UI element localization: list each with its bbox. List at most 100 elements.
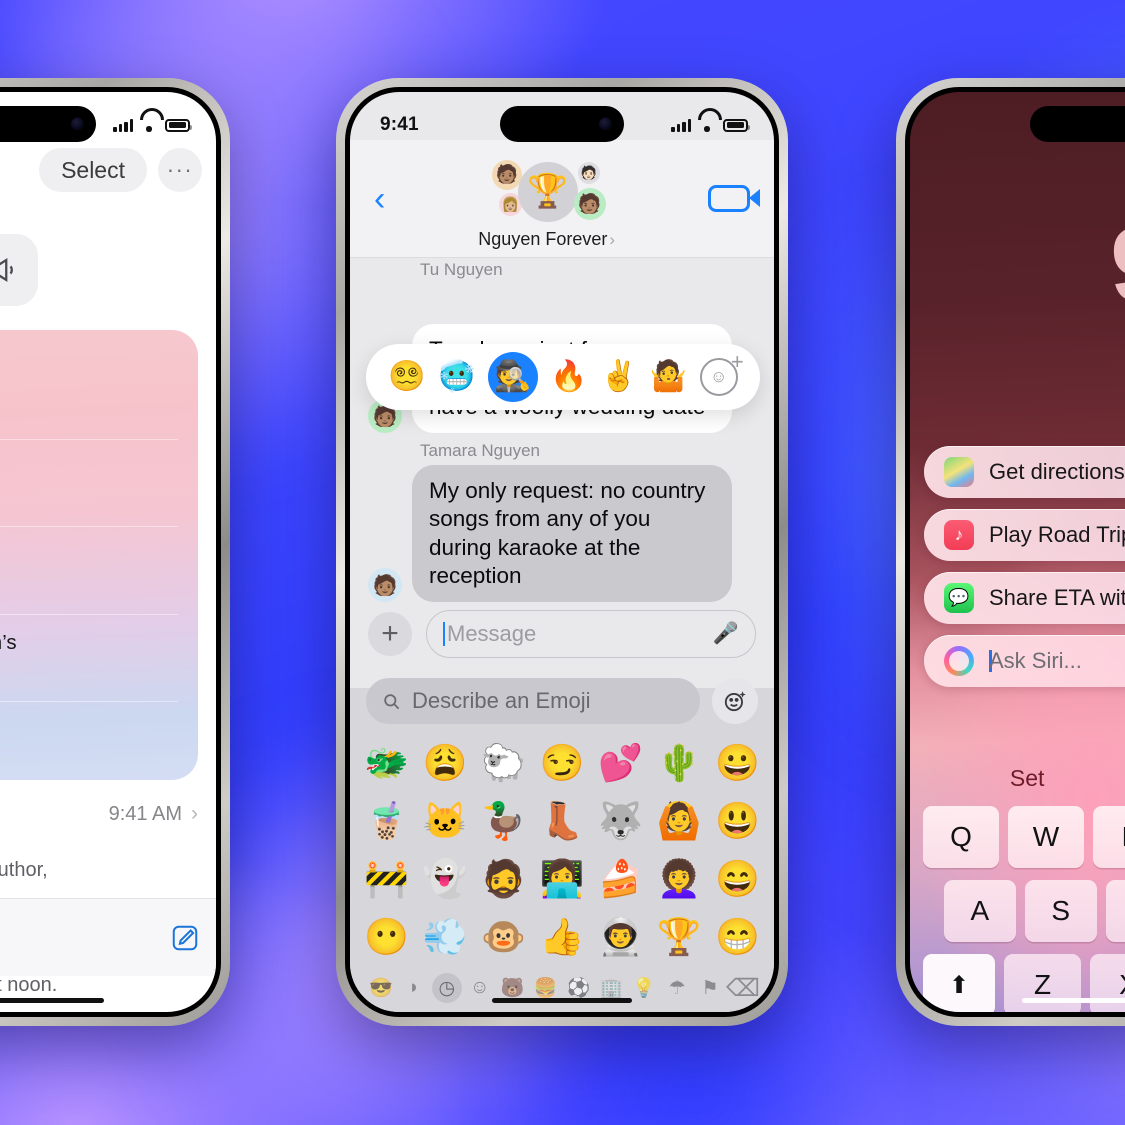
- shift-arrow-icon[interactable]: ⬆: [923, 954, 995, 1012]
- genmoji-sparkle-icon[interactable]: [712, 678, 758, 724]
- conversation-title-group[interactable]: 🧑🏽 👩🏼 🏆 🧑🏻 🧑🏽 Nguyen Forever ›: [478, 159, 615, 250]
- message-row: 🧑🏽 My only request: no country songs fro…: [350, 465, 774, 603]
- siri-suggestion-eta[interactable]: 💬 Share ETA with Cha: [924, 572, 1125, 624]
- compose-icon[interactable]: [170, 923, 200, 953]
- key-z[interactable]: Z: [1004, 954, 1081, 1012]
- keyboard-row-1: Q W E R T: [918, 806, 1125, 868]
- emoji-cell[interactable]: 👻: [423, 861, 468, 897]
- emoji-search-row: Describe an Emoji: [350, 664, 774, 732]
- emoji-cell[interactable]: 🐑: [481, 745, 526, 781]
- status-indicators: [671, 118, 750, 132]
- lockscreen-keyboard: Q W E R T A S D F G ⬆ Z X C: [918, 806, 1125, 1012]
- group-name[interactable]: Nguyen Forever ›: [478, 229, 615, 250]
- avatar: 🧑🏽: [491, 159, 522, 190]
- keyboard-row-2: A S D F G: [918, 880, 1125, 942]
- stickers-category[interactable]: ◗: [399, 973, 429, 1003]
- mail-summary-card[interactable]: ted to izakaya softence tonight. k-in fo…: [0, 330, 198, 780]
- mail-item-header: 9:41 AM ›: [0, 802, 198, 826]
- cold-face-tapback[interactable]: 🥶: [438, 362, 475, 392]
- flags-category[interactable]: ⚑: [695, 973, 725, 1003]
- dizzy-face-tapback[interactable]: 😵‍💫: [388, 362, 425, 392]
- emoji-cell[interactable]: 👨‍🚀: [598, 919, 643, 955]
- ask-siri-input[interactable]: Ask Siri...: [924, 635, 1125, 687]
- avatar: 🧑🏽: [368, 568, 402, 603]
- predictive-set[interactable]: Set: [924, 765, 1125, 792]
- emoji-cell[interactable]: 🏆: [657, 919, 702, 955]
- emoji-cell[interactable]: 💕: [598, 745, 643, 781]
- video-camera-icon[interactable]: [708, 185, 760, 212]
- recents-category[interactable]: ◷: [431, 973, 462, 1003]
- dynamic-island: [500, 106, 624, 142]
- message-input[interactable]: Message 🎤: [426, 610, 756, 658]
- emoji-cell[interactable]: 👍: [540, 919, 585, 955]
- chevron-right-icon: ›: [609, 229, 616, 249]
- smileys-category[interactable]: ☺: [465, 973, 495, 1003]
- emoji-cell[interactable]: 😁: [715, 919, 760, 955]
- emoji-cell[interactable]: 😏: [540, 745, 585, 781]
- emoji-cell[interactable]: 🐱: [423, 803, 468, 839]
- home-indicator[interactable]: [1022, 998, 1125, 1003]
- message-bubble[interactable]: My only request: no country songs from a…: [412, 465, 732, 603]
- emoji-cell[interactable]: 👩‍🦱: [657, 861, 702, 897]
- emoji-cell[interactable]: 😶: [364, 919, 409, 955]
- emoji-cell[interactable]: 🌵: [657, 745, 702, 781]
- genmoji-category[interactable]: 😎: [366, 973, 396, 1003]
- emoji-cell[interactable]: 👩‍💻: [540, 861, 585, 897]
- emoji-cell[interactable]: 😄: [715, 861, 760, 897]
- siri-suggestion-music[interactable]: ♪ Play Road Trip Class: [924, 509, 1125, 561]
- emoji-cell[interactable]: 🧋: [364, 803, 409, 839]
- list-item[interactable]: 9:41 AM › ing y by Ghanaian author,: [0, 792, 216, 899]
- emoji-grid-row: 🚧 👻 🧔 👩‍💻 🍰 👩‍🦱 😄: [364, 850, 760, 908]
- back-button[interactable]: ‹: [374, 182, 385, 216]
- emoji-cell[interactable]: 🦆: [481, 803, 526, 839]
- messages-screen: 9:41 ‹ 🧑🏽 👩🏼 🏆 🧑🏻 🧑🏽 Nguyen Forever › Tu…: [350, 92, 774, 1012]
- tapback-picker: 😵‍💫 🥶 🕵️ 🔥 ✌️ 🤷 ☺: [366, 344, 760, 410]
- emoji-cell[interactable]: 😩: [423, 745, 468, 781]
- emoji-cell[interactable]: 👢: [540, 803, 585, 839]
- fire-tapback[interactable]: 🔥: [550, 362, 587, 392]
- emoji-cell[interactable]: 🙆: [657, 803, 702, 839]
- phone-glass: 9:41 ‹ 🧑🏽 👩🏼 🏆 🧑🏻 🧑🏽 Nguyen Forever › Tu…: [345, 87, 779, 1017]
- plus-icon[interactable]: +: [368, 612, 412, 656]
- sender-label: Tu Nguyen: [420, 260, 503, 279]
- key-x[interactable]: X: [1090, 954, 1125, 1012]
- emoji-cell[interactable]: 🐲: [364, 745, 409, 781]
- promotions-category-button[interactable]: [0, 234, 38, 306]
- siri-suggestion-label: Get directions Home: [989, 459, 1125, 484]
- emoji-cell[interactable]: 🧔: [481, 861, 526, 897]
- symbols-category[interactable]: ☂: [662, 973, 692, 1003]
- emoji-cell[interactable]: 🍰: [598, 861, 643, 897]
- summary-text: ted to izakaya softence tonight.: [0, 366, 178, 421]
- shrug-tapback[interactable]: 🤷: [650, 362, 687, 392]
- key-a[interactable]: A: [944, 880, 1016, 942]
- objects-category[interactable]: 💡: [629, 973, 659, 1003]
- signal-bars-icon: [671, 118, 691, 132]
- detective-tapback[interactable]: 🕵️: [487, 352, 538, 402]
- more-options-button[interactable]: ···: [158, 148, 202, 192]
- add-emoji-icon[interactable]: ☺: [699, 349, 744, 396]
- emoji-cell[interactable]: 🐵: [481, 919, 526, 955]
- front-camera-icon: [71, 117, 84, 131]
- emoji-cell[interactable]: 🐺: [598, 803, 643, 839]
- select-button[interactable]: Select: [39, 148, 147, 192]
- emoji-cell[interactable]: 😀: [715, 745, 760, 781]
- emoji-search-input[interactable]: Describe an Emoji: [366, 678, 700, 724]
- siri-suggestion-directions[interactable]: Get directions Home: [924, 446, 1125, 498]
- peace-tapback[interactable]: ✌️: [600, 362, 637, 392]
- key-e[interactable]: E: [1093, 806, 1125, 868]
- emoji-grid-row: 🧋 🐱 🦆 👢 🐺 🙆 😃: [364, 792, 760, 850]
- key-w[interactable]: W: [1008, 806, 1084, 868]
- delete-key[interactable]: ⌫: [726, 973, 760, 1003]
- home-indicator[interactable]: [0, 998, 104, 1003]
- key-d[interactable]: D: [1105, 880, 1125, 942]
- home-indicator[interactable]: [492, 998, 632, 1003]
- microphone-icon[interactable]: 🎤: [713, 622, 739, 646]
- key-q[interactable]: Q: [923, 806, 999, 868]
- key-s[interactable]: S: [1024, 880, 1097, 942]
- group-avatars: 🧑🏽 👩🏼 🏆 🧑🏻 🧑🏽: [488, 159, 606, 226]
- avatar: 🏆: [517, 161, 578, 222]
- emoji-cell[interactable]: 💨: [423, 919, 468, 955]
- ask-siri-placeholder: Ask Siri...: [989, 648, 1082, 673]
- emoji-cell[interactable]: 😃: [715, 803, 760, 839]
- emoji-cell[interactable]: 🚧: [364, 861, 409, 897]
